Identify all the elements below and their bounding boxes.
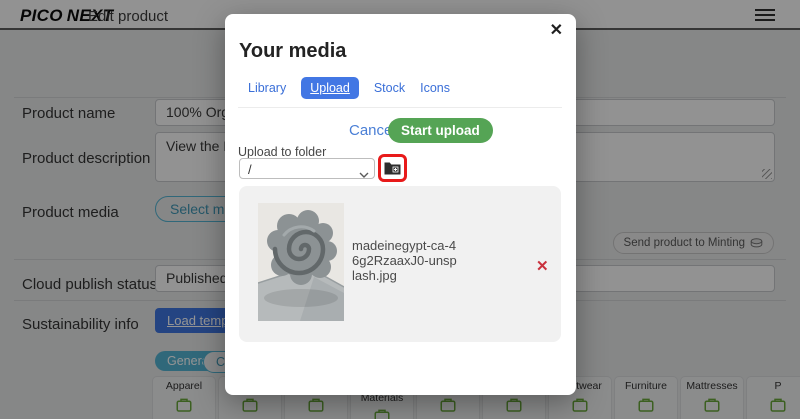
chevron-down-icon — [359, 166, 369, 181]
screen: PICONEXT Edit product Product name 100% … — [0, 0, 800, 419]
upload-preview-panel: madeinegypt-ca-46g2RzaaxJ0-unsplash.jpg … — [239, 186, 561, 342]
media-tab-upload[interactable]: Upload — [301, 77, 359, 99]
start-upload-button[interactable]: Start upload — [388, 118, 493, 143]
media-tabs: Library Upload Stock Icons — [248, 77, 450, 99]
media-tab-library[interactable]: Library — [248, 81, 286, 95]
your-media-modal: ✕ Your media LibraryUploadStockIcons Can… — [225, 14, 576, 395]
new-folder-annotation-box — [378, 154, 407, 182]
remove-file-icon[interactable]: ✕ — [536, 257, 549, 275]
file-name: madeinegypt-ca-46g2RzaaxJ0-unsplash.jpg — [352, 238, 458, 283]
upload-to-folder-label: Upload to folder — [238, 145, 326, 159]
folder-select-value: / — [248, 162, 252, 177]
media-tab-icons[interactable]: Icons — [420, 81, 450, 95]
file-thumbnail-towel-photo — [258, 203, 344, 321]
modal-title: Your media — [239, 40, 346, 63]
tabs-divider — [238, 107, 562, 108]
new-folder-icon[interactable] — [384, 161, 401, 175]
close-icon[interactable]: ✕ — [550, 23, 563, 39]
folder-select[interactable]: / — [239, 158, 375, 179]
media-tab-stock[interactable]: Stock — [374, 81, 405, 95]
